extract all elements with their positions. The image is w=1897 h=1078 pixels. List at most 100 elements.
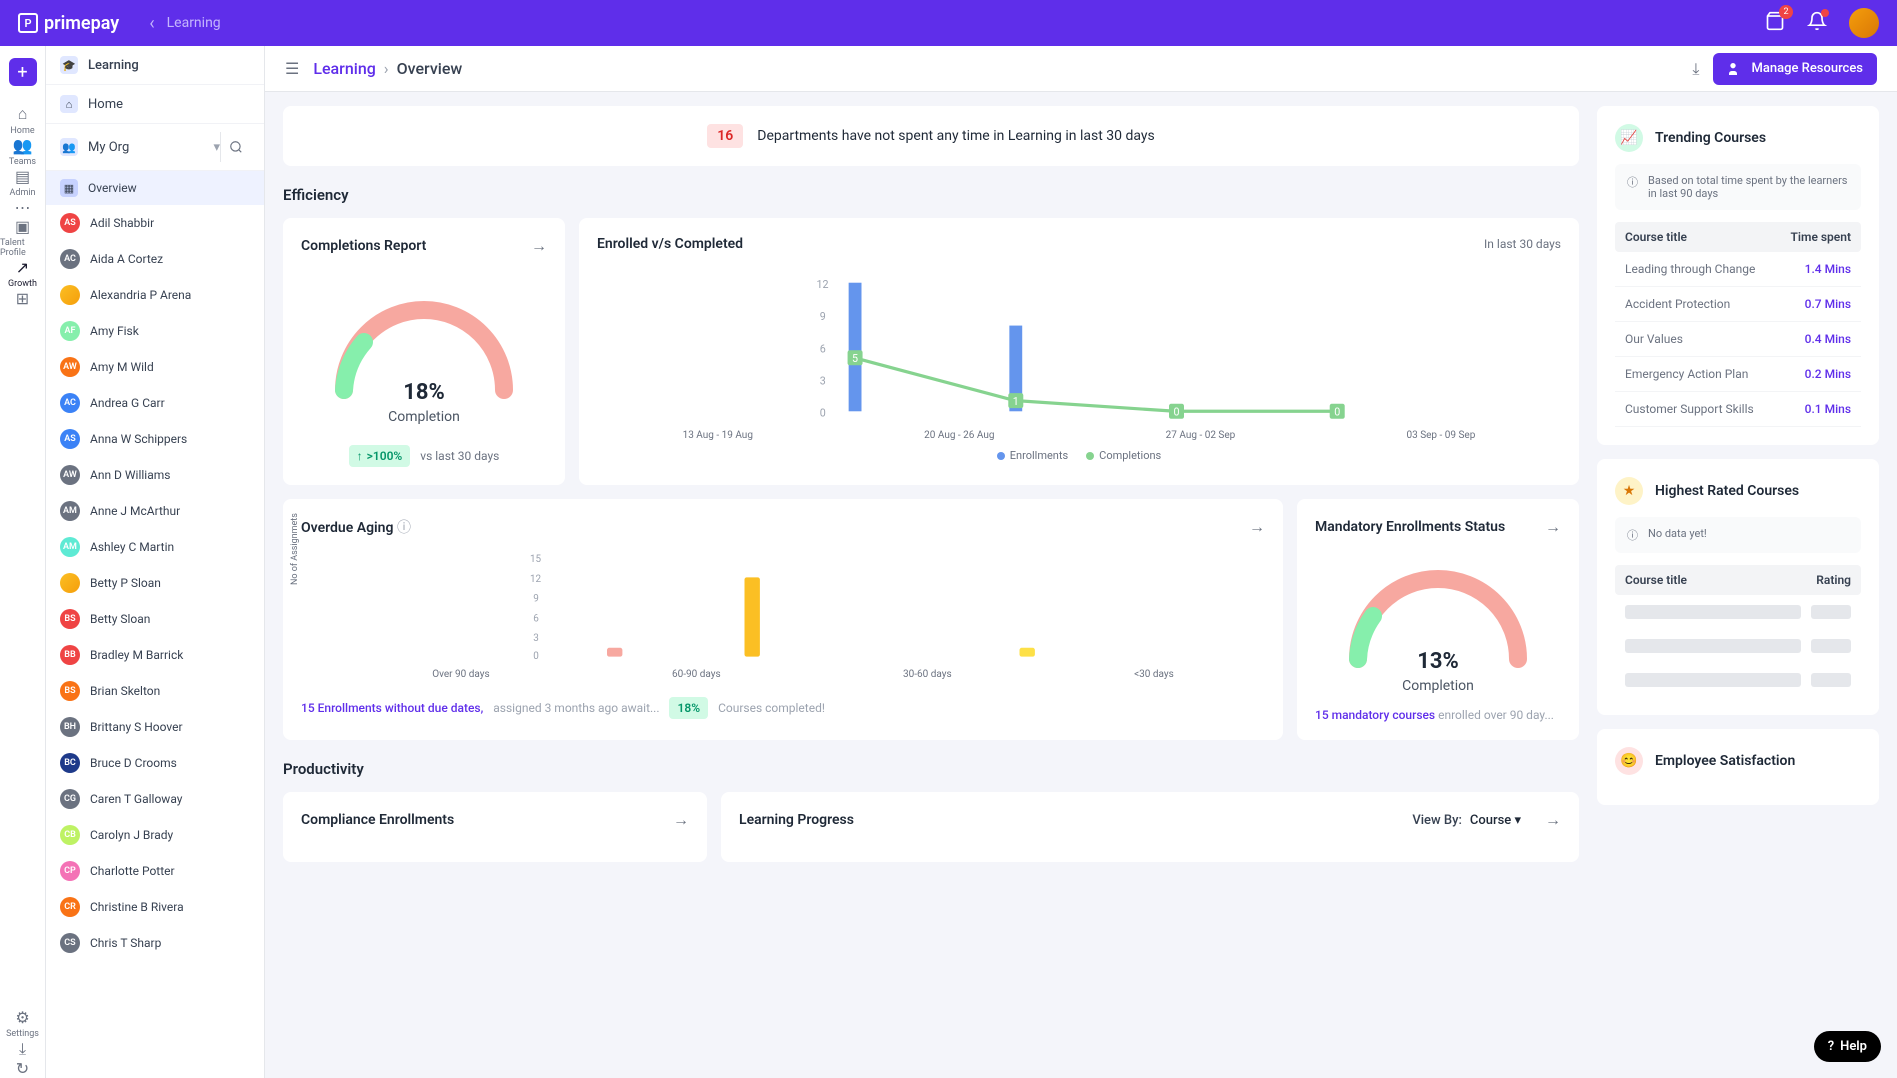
satisfaction-title: Employee Satisfaction xyxy=(1655,753,1795,769)
svg-text:6: 6 xyxy=(533,613,539,624)
overview-icon: ▦ xyxy=(60,179,78,197)
person-item[interactable]: CBCarolyn J Brady xyxy=(46,817,264,853)
card-arrow-icon[interactable]: → xyxy=(673,810,689,830)
page-header: ☰ Learning › Overview ⤓ Manage Resources xyxy=(265,46,1897,92)
rail-item-icon[interactable]: ↻ xyxy=(6,1059,39,1078)
svg-text:6: 6 xyxy=(820,342,826,355)
trending-title: Trending Courses xyxy=(1655,130,1766,146)
card-arrow-icon[interactable]: → xyxy=(1545,810,1561,830)
enrolled-title: Enrolled v/s Completed xyxy=(597,236,743,252)
person-item[interactable]: CGCaren T Galloway xyxy=(46,781,264,817)
mandatory-card: Mandatory Enrollments Status → 13% Compl… xyxy=(1297,499,1579,740)
trend-text: vs last 30 days xyxy=(420,449,499,463)
rated-card: ★ Highest Rated Courses ⓘ No data yet! C… xyxy=(1597,459,1879,715)
svg-text:1: 1 xyxy=(1013,395,1019,408)
rail-item-3[interactable]: ⋯ xyxy=(0,198,45,217)
person-item[interactable]: BBBradley M Barrick xyxy=(46,637,264,673)
person-item[interactable]: AWAmy M Wild xyxy=(46,349,264,385)
section-productivity: Productivity xyxy=(283,760,1579,778)
svg-text:3: 3 xyxy=(533,633,539,644)
person-item[interactable]: CSChris T Sharp xyxy=(46,925,264,961)
trending-info: ⓘ Based on total time spent by the learn… xyxy=(1615,164,1861,210)
svg-text:0: 0 xyxy=(1334,406,1340,419)
person-item[interactable]: BSBrian Skelton xyxy=(46,673,264,709)
breadcrumb-link[interactable]: Learning xyxy=(313,59,375,78)
add-button[interactable]: + xyxy=(9,58,37,86)
person-item[interactable]: Alexandria P Arena xyxy=(46,277,264,313)
sidepanel-overview[interactable]: ▦ Overview xyxy=(46,171,264,205)
rail-item-Talent Profile[interactable]: ▣Talent Profile xyxy=(0,217,45,258)
rail-item-Home[interactable]: ⌂Home xyxy=(0,104,45,136)
logo-icon: P xyxy=(18,13,38,33)
person-item[interactable]: BHBrittany S Hoover xyxy=(46,709,264,745)
viewby-label: View By: xyxy=(1412,813,1462,828)
card-arrow-icon[interactable]: → xyxy=(531,236,547,256)
search-icon[interactable] xyxy=(220,132,250,162)
trending-row[interactable]: Emergency Action Plan0.2 Mins xyxy=(1615,357,1861,392)
person-item[interactable]: AMAnne J McArthur xyxy=(46,493,264,529)
info-icon: ⓘ xyxy=(1627,527,1638,543)
home-icon: ⌂ xyxy=(60,95,78,113)
mandatory-link[interactable]: 15 mandatory courses xyxy=(1315,708,1435,722)
nav-rail: + ⌂Home👥Teams▤Admin⋯▣Talent Profile↗Grow… xyxy=(0,46,46,1078)
completions-label: Completion xyxy=(388,409,460,425)
menu-icon[interactable]: ☰ xyxy=(285,59,299,78)
person-item[interactable]: CRChristine B Rivera xyxy=(46,889,264,925)
person-item[interactable]: Betty P Sloan xyxy=(46,565,264,601)
topbar: P primepay ‹ Learning 2 xyxy=(0,0,1897,46)
bell-icon[interactable] xyxy=(1807,11,1827,36)
svg-text:15: 15 xyxy=(530,554,542,565)
rail-item-6[interactable]: ⊞ xyxy=(0,289,45,308)
trending-icon: 📈 xyxy=(1615,124,1643,152)
manage-resources-button[interactable]: Manage Resources xyxy=(1713,53,1877,85)
sidepanel-home[interactable]: ⌂ Home xyxy=(46,85,264,124)
help-button[interactable]: ? Help xyxy=(1814,1031,1881,1062)
svg-text:5: 5 xyxy=(852,352,858,365)
mandatory-gray: enrolled over 90 day... xyxy=(1438,708,1554,722)
satisfaction-card: 😊 Employee Satisfaction xyxy=(1597,729,1879,805)
card-arrow-icon[interactable]: → xyxy=(1545,517,1561,537)
compliance-title: Compliance Enrollments xyxy=(301,812,454,828)
viewby-dropdown[interactable]: Course ▾ xyxy=(1470,813,1521,828)
person-item[interactable]: BCBruce D Crooms xyxy=(46,745,264,781)
person-item[interactable]: ACAndrea G Carr xyxy=(46,385,264,421)
person-item[interactable]: AFAmy Fisk xyxy=(46,313,264,349)
rail-item-icon[interactable]: ⤓ xyxy=(6,1039,39,1059)
people-list[interactable]: ASAdil ShabbirACAida A CortezAlexandria … xyxy=(46,205,264,1078)
svg-text:12: 12 xyxy=(817,278,829,291)
breadcrumb-current: Overview xyxy=(397,59,463,78)
learning-icon: 🎓 xyxy=(60,56,78,74)
section-efficiency: Efficiency xyxy=(283,186,1579,204)
compliance-card: Compliance Enrollments → xyxy=(283,792,707,862)
card-arrow-icon[interactable]: → xyxy=(1249,517,1265,537)
person-item[interactable]: CPCharlotte Potter xyxy=(46,853,264,889)
person-item[interactable]: AWAnn D Williams xyxy=(46,457,264,493)
back-arrow-icon[interactable]: ‹ xyxy=(149,13,154,34)
cart-icon[interactable]: 2 xyxy=(1765,11,1785,36)
trending-row[interactable]: Leading through Change1.4 Mins xyxy=(1615,252,1861,287)
trending-row[interactable]: Our Values0.4 Mins xyxy=(1615,322,1861,357)
logo[interactable]: P primepay xyxy=(18,13,119,34)
sidepanel-myorg[interactable]: 👥 My Org ▾ xyxy=(60,138,220,156)
svg-text:9: 9 xyxy=(820,310,826,323)
svg-text:0: 0 xyxy=(820,407,826,420)
trending-row[interactable]: Customer Support Skills0.1 Mins xyxy=(1615,392,1861,427)
sidepanel-learning[interactable]: 🎓 Learning xyxy=(46,46,264,85)
mandatory-title: Mandatory Enrollments Status xyxy=(1315,519,1505,535)
person-item[interactable]: ACAida A Cortez xyxy=(46,241,264,277)
progress-card: Learning Progress View By: Course ▾ → xyxy=(721,792,1579,862)
svg-text:0: 0 xyxy=(1173,406,1179,419)
person-item[interactable]: AMAshley C Martin xyxy=(46,529,264,565)
person-item[interactable]: ASAdil Shabbir xyxy=(46,205,264,241)
rail-item-Growth[interactable]: ↗Growth xyxy=(0,258,45,289)
overdue-link[interactable]: 15 Enrollments without due dates, xyxy=(301,701,483,715)
avatar[interactable] xyxy=(1849,8,1879,38)
rail-item-Admin[interactable]: ▤Admin xyxy=(0,167,45,198)
rail-item-Settings[interactable]: ⚙Settings xyxy=(6,1008,39,1039)
download-icon[interactable]: ⤓ xyxy=(1692,59,1699,79)
rail-item-Teams[interactable]: 👥Teams xyxy=(0,136,45,167)
trending-row[interactable]: Accident Protection0.7 Mins xyxy=(1615,287,1861,322)
person-item[interactable]: BSBetty Sloan xyxy=(46,601,264,637)
star-icon: ★ xyxy=(1615,477,1643,505)
person-item[interactable]: ASAnna W Schippers xyxy=(46,421,264,457)
